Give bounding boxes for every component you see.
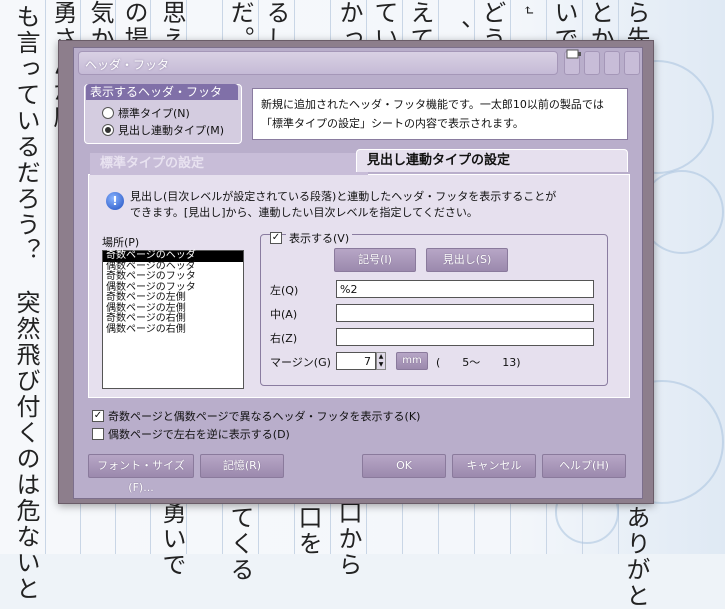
dialog-body: ヘッダ・フッタ 表示するヘッダ・フッタ 標準タイプ(N) 見出し連動タイプ(M)… (73, 47, 643, 499)
text-column: 口から (334, 500, 362, 578)
radio-heading-label: 見出し連動タイプ(M) (118, 124, 225, 137)
radio-standard-type[interactable]: 標準タイプ(N) (102, 105, 190, 121)
dialog-title: ヘッダ・フッタ (85, 58, 170, 72)
info-line: 新規に追加されたヘッダ・フッタ機能です。一太郎10以前の製品では (261, 98, 604, 111)
help-button[interactable]: ヘルプ(H) (542, 454, 626, 478)
text-column: 口を (294, 505, 322, 557)
odd-even-checkbox[interactable]: ✓ (92, 410, 104, 422)
margin-range: ( 5～ 13) (436, 356, 521, 369)
header-footer-dialog: ヘッダ・フッタ 表示するヘッダ・フッタ 標準タイプ(N) 見出し連動タイプ(M)… (58, 40, 654, 504)
description-line: 見出し(目次レベルが設定されている段落)と連動したヘッダ・フッタを表示することが (130, 190, 557, 203)
info-box: 新規に追加されたヘッダ・フッタ機能です。一太郎10以前の製品では 「標準タイプの… (252, 88, 628, 140)
title-control[interactable] (604, 51, 620, 75)
description: 見出し(目次レベルが設定されている段落)と連動したヘッダ・フッタを表示することが… (130, 189, 570, 221)
odd-even-label: 奇数ページと偶数ページで異なるヘッダ・フッタを表示する(K) (108, 410, 421, 423)
radio-standard-label: 標準タイプ(N) (118, 107, 190, 120)
right-field[interactable] (336, 328, 594, 346)
center-label: 中(A) (270, 308, 298, 321)
list-item[interactable]: 偶数ページの右側 (103, 324, 243, 336)
heading-button[interactable]: 見出し(S) (426, 248, 508, 272)
location-label: 場所(P) (102, 236, 140, 249)
unit-button[interactable]: mm (396, 352, 428, 370)
font-size-button[interactable]: フォント・サイズ(F)... (88, 454, 194, 494)
title-control[interactable] (584, 51, 600, 75)
left-label: 左(Q) (270, 284, 299, 297)
left-field[interactable]: %2 (336, 280, 594, 298)
location-list[interactable]: 奇数ページのヘッダ 偶数ページのヘッダ 奇数ページのフッタ 偶数ページのフッタ … (102, 250, 244, 389)
group-title: 表示するヘッダ・フッタ (86, 84, 238, 100)
info-icon: ! (106, 192, 124, 210)
ok-button[interactable]: OK (362, 454, 446, 478)
swap-label: 偶数ページで左右を逆に表示する(D) (108, 428, 290, 441)
memory-button[interactable]: 記憶(R) (200, 454, 284, 478)
swap-checkbox[interactable] (92, 428, 104, 440)
text-column: も言っているだろう？ 突然飛び付くのは危ないと (12, 4, 40, 602)
list-item[interactable]: 奇数ページの右側 (103, 313, 243, 325)
return-mark: ↵ (520, 4, 536, 18)
description-line: できます。[見出し]から、連動したい目次レベルを指定してください。 (130, 206, 478, 219)
window-icon (566, 49, 581, 59)
list-item[interactable]: 奇数ページの左側 (103, 292, 243, 304)
text-column: ありがと (622, 505, 650, 609)
tab-standard-settings[interactable]: 標準タイプの設定 (90, 153, 368, 175)
symbol-button[interactable]: 記号(I) (334, 248, 416, 272)
cancel-button[interactable]: キャンセル (452, 454, 536, 478)
title-control[interactable] (624, 51, 640, 75)
text-column: てくる (226, 505, 254, 583)
radio-button[interactable] (102, 107, 114, 119)
margin-label: マージン(G) (270, 356, 331, 369)
radio-button[interactable] (102, 124, 114, 136)
text-column: 勇いで (158, 500, 186, 578)
radio-heading-type[interactable]: 見出し連動タイプ(M) (102, 122, 224, 138)
show-label: 表示する(V) (286, 230, 353, 246)
info-line: 「標準タイプの設定」シートの内容で表示されます。 (261, 117, 524, 130)
list-item[interactable]: 奇数ページのフッタ (103, 271, 243, 283)
center-field[interactable] (336, 304, 594, 322)
tab-heading-settings[interactable]: 見出し連動タイプの設定 (356, 149, 628, 172)
title-bar[interactable]: ヘッダ・フッタ (78, 51, 558, 75)
right-label: 右(Z) (270, 332, 298, 345)
margin-spinner[interactable]: ▲ ▼ (376, 352, 386, 370)
show-checkbox[interactable]: ✓ (270, 232, 282, 244)
list-item[interactable]: 奇数ページのヘッダ (103, 250, 243, 262)
margin-field[interactable]: 7 (336, 352, 376, 370)
